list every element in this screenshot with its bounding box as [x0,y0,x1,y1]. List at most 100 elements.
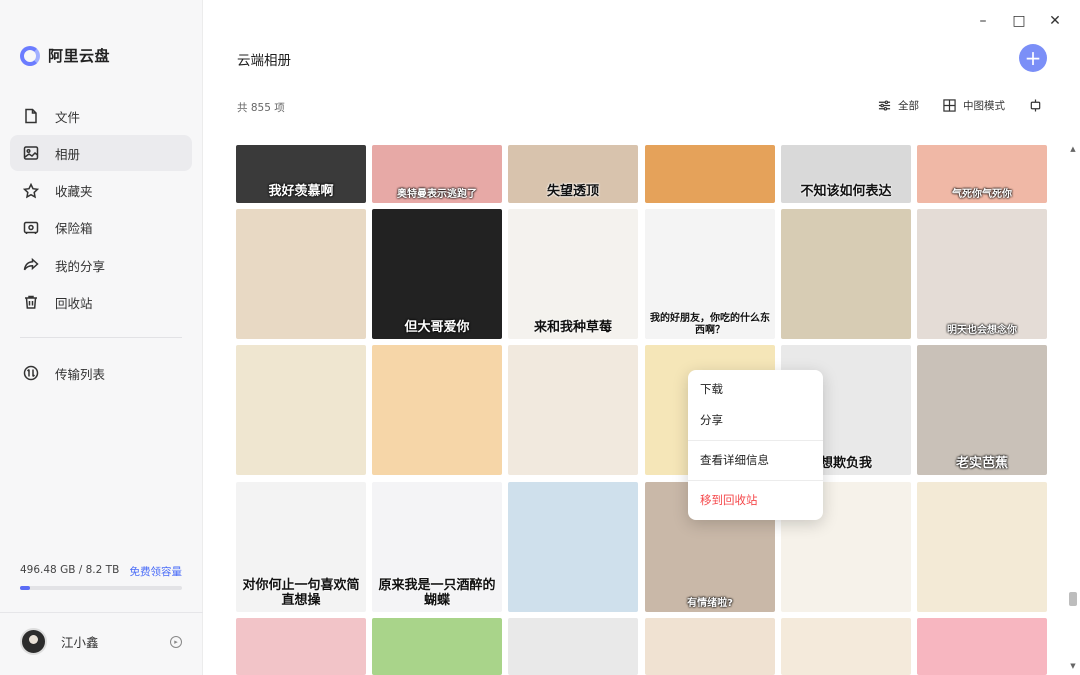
sidebar-item-label: 回收站 [55,295,93,311]
sidebar-item-label: 收藏夹 [55,184,93,200]
photo-tile[interactable]: 失望透顶 [508,145,638,203]
photo-tile[interactable] [917,482,1047,612]
scrollbar[interactable]: ▲ ▼ [1068,145,1078,670]
chevron-right-icon[interactable]: ▸ [170,635,182,648]
menu-divider [688,440,823,441]
sidebar-item-favorites[interactable]: 收藏夹 [10,173,192,209]
photo-caption [508,469,638,475]
view-mode-button[interactable]: 中图模式 [943,98,1005,113]
filter-button[interactable]: 全部 [878,98,919,113]
scroll-down-arrow[interactable]: ▼ [1068,662,1078,670]
photo-tile[interactable] [508,345,638,475]
photo-caption: 我的好朋友，你吃的什么东西啊？ [650,313,770,336]
photo-caption [372,469,502,475]
menu-item-move-to-trash[interactable]: 移到回收站 [688,485,823,516]
star-icon [22,182,40,200]
photo-caption [781,333,911,339]
sidebar-item-label: 文件 [55,109,81,125]
photo-tile[interactable]: 明天也会想念你 [917,209,1047,339]
sidebar-item-trash[interactable]: 回收站 [10,284,192,320]
sidebar-item-label: 相册 [55,146,81,162]
sidebar-item-transfer[interactable]: 传输列表 [10,355,192,391]
photo-caption: 气死你气死你 [952,188,1012,200]
locate-icon [1030,99,1041,112]
photo-caption [781,606,911,612]
photo-caption: 明天也会想念你 [947,324,1017,336]
user-name: 江小鑫 [61,635,99,650]
sidebar-item-files[interactable]: 文件 [10,98,192,134]
photo-tile[interactable]: 老实芭蕉 [917,345,1047,475]
sidebar-item-label: 保险箱 [55,221,93,237]
maximize-button[interactable]: □ [1012,13,1026,29]
sidebar-item-safe[interactable]: 保险箱 [10,210,192,246]
photo-caption: 原来我是一只酒醉的蝴蝶 [378,578,496,609]
storage-bar [20,586,182,590]
sidebar-nav-secondary: 传输列表 [10,355,192,392]
storage-info: 496.48 GB / 8.2 TB 免费领容量 [20,564,182,590]
photo-caption: 失望透顶 [546,184,599,200]
photo-caption [508,606,638,612]
sidebar-nav: 文件 相册 收藏夹 保险箱 我的分享 回收站 [10,98,192,322]
photo-caption [236,333,366,339]
grid-icon [943,99,956,112]
photo-tile[interactable]: 来和我种草莓 [508,209,638,339]
photo-caption: 但大哥爱你 [404,320,470,336]
photo-tile[interactable] [917,618,1047,675]
locate-button[interactable] [1029,99,1042,112]
photo-tile[interactable] [236,618,366,675]
menu-item-share[interactable]: 分享 [688,405,823,436]
trash-icon [22,293,40,311]
transfer-icon [22,364,40,382]
close-button[interactable]: ✕ [1048,13,1062,29]
main-content: – □ ✕ 云端相册 + 共 855 项 全部 中图模式 我好羡慕啊 奥特曼表示逃… [203,0,1080,675]
photo-tile[interactable] [781,209,911,339]
photo-caption: 不知该如何表达 [800,184,892,200]
sidebar-item-label: 我的分享 [55,258,106,274]
free-storage-link[interactable]: 免费领容量 [130,564,183,579]
photo-tile[interactable]: 我的好朋友，你吃的什么东西啊？ [645,209,775,339]
photo-tile[interactable] [508,482,638,612]
toolbar: 全部 中图模式 [878,98,1042,113]
safe-icon [22,219,40,237]
photo-tile[interactable] [372,345,502,475]
photo-tile[interactable]: 我好羡慕啊 [236,145,366,203]
photo-tile[interactable]: 气死你气死你 [917,145,1047,203]
sidebar: 阿里云盘 文件 相册 收藏夹 保险箱 我的分享 回收站 传输列表 496.48 … [0,0,203,675]
photo-caption [917,669,1047,675]
photo-tile[interactable]: 原来我是一只酒醉的蝴蝶 [372,482,502,612]
menu-item-details[interactable]: 查看详细信息 [688,445,823,476]
user-profile[interactable]: 江小鑫 ▸ [20,628,182,655]
sidebar-item-album[interactable]: 相册 [10,135,192,172]
photo-caption [508,669,638,675]
storage-used-text: 496.48 GB / 8.2 TB [20,564,120,576]
app-logo: 阿里云盘 [20,45,110,66]
photo-tile[interactable] [645,145,775,203]
photo-tile[interactable] [236,345,366,475]
photo-caption [645,197,775,203]
add-button[interactable]: + [1019,44,1047,72]
window-controls: – □ ✕ [976,13,1062,29]
menu-item-download[interactable]: 下载 [688,374,823,405]
photo-tile[interactable]: 不知该如何表达 [781,145,911,203]
photo-tile[interactable]: 奥特曼表示逃跑了 [372,145,502,203]
photo-tile[interactable]: 但大哥爱你 [372,209,502,339]
minimize-button[interactable]: – [976,13,990,29]
avatar[interactable] [20,628,47,655]
photo-tile[interactable]: 对你何止一句喜欢简直想操 [236,482,366,612]
photo-tile[interactable] [781,618,911,675]
photo-tile[interactable] [508,618,638,675]
photo-tile[interactable] [236,209,366,339]
photo-tile[interactable] [645,618,775,675]
scroll-up-arrow[interactable]: ▲ [1068,145,1078,153]
photo-caption [236,469,366,475]
context-menu: 下载 分享 查看详细信息 移到回收站 [688,370,823,520]
file-icon [22,107,40,125]
photo-caption: 老实芭蕉 [955,456,1008,472]
storage-bar-fill [20,586,30,590]
sidebar-item-share[interactable]: 我的分享 [10,247,192,283]
photo-caption: 我好羡慕啊 [268,184,334,200]
filter-icon [878,100,891,111]
photo-tile[interactable] [372,618,502,675]
scroll-thumb[interactable] [1069,592,1077,606]
item-count: 共 855 项 [237,102,285,114]
